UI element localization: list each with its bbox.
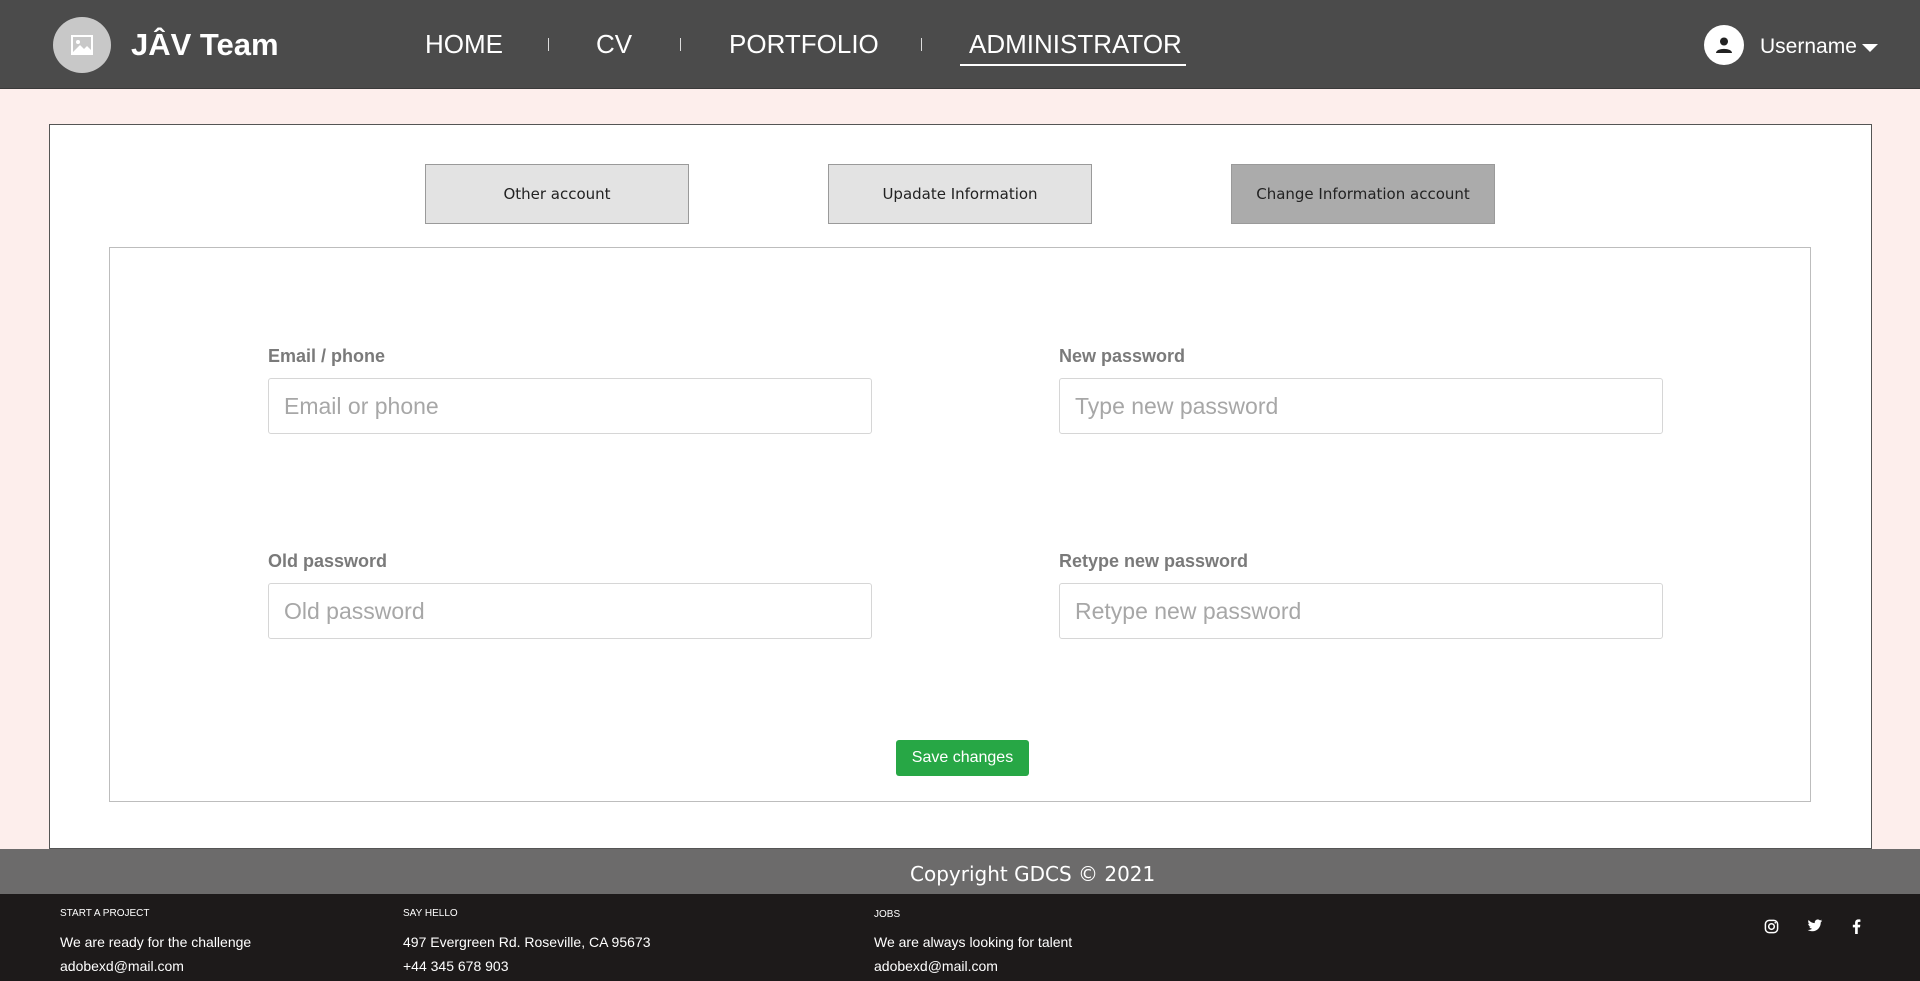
change-account-form	[109, 247, 1811, 802]
image-icon	[71, 35, 93, 55]
nav-divider	[548, 38, 549, 51]
tab-other-account[interactable]: Other account	[425, 164, 689, 224]
tab-update-information[interactable]: Upadate Information	[828, 164, 1092, 224]
nav-cv[interactable]: CV	[596, 29, 632, 60]
email-field[interactable]	[268, 378, 872, 434]
retype-password-label: Retype new password	[1059, 551, 1249, 571]
user-avatar[interactable]	[1704, 25, 1744, 65]
nav-divider	[680, 38, 681, 51]
brand-name[interactable]: JÂV Team	[131, 27, 279, 63]
footer-start-heading: START A PROJECT	[60, 908, 150, 919]
email-label: Email / phone	[268, 346, 386, 366]
twitter-icon[interactable]	[1806, 917, 1824, 935]
footer-hello-heading: SAY HELLO	[403, 908, 458, 919]
footer-jobs-email[interactable]: adobexd@mail.com	[874, 958, 998, 974]
footer-start-email[interactable]: adobexd@mail.com	[60, 958, 184, 974]
nav-active-indicator	[960, 64, 1186, 66]
instagram-icon[interactable]	[1762, 917, 1780, 935]
old-password-label: Old password	[268, 551, 388, 571]
nav-administrator[interactable]: ADMINISTRATOR	[969, 29, 1182, 60]
footer-jobs-text: We are always looking for talent	[874, 934, 1073, 950]
caret-down-icon[interactable]	[1862, 44, 1878, 52]
save-button[interactable]: Save changes	[896, 740, 1029, 776]
nav-portfolio[interactable]: PORTFOLIO	[729, 29, 879, 60]
new-password-field[interactable]	[1059, 378, 1663, 434]
top-navbar: JÂV Team HOME CV PORTFOLIO ADMINISTRATOR…	[0, 0, 1920, 89]
user-icon	[1716, 37, 1732, 53]
nav-divider	[921, 38, 922, 51]
username-label[interactable]: Username	[1760, 35, 1857, 59]
footer-jobs-heading: JOBS	[874, 909, 901, 920]
tab-change-information-account[interactable]: Change Information account	[1231, 164, 1495, 224]
nav-home[interactable]: HOME	[425, 29, 503, 60]
new-password-label: New password	[1059, 346, 1186, 366]
old-password-field[interactable]	[268, 583, 872, 639]
footer-hello-address: 497 Evergreen Rd. Roseville, CA 95673	[403, 934, 651, 950]
copyright-text: Copyright GDCS © 2021	[910, 862, 1156, 886]
retype-password-field[interactable]	[1059, 583, 1663, 639]
footer-hello-phone[interactable]: +44 345 678 903	[403, 958, 509, 974]
logo[interactable]	[53, 17, 111, 73]
facebook-icon[interactable]	[1847, 917, 1865, 935]
footer-start-text: We are ready for the challenge	[60, 934, 252, 950]
